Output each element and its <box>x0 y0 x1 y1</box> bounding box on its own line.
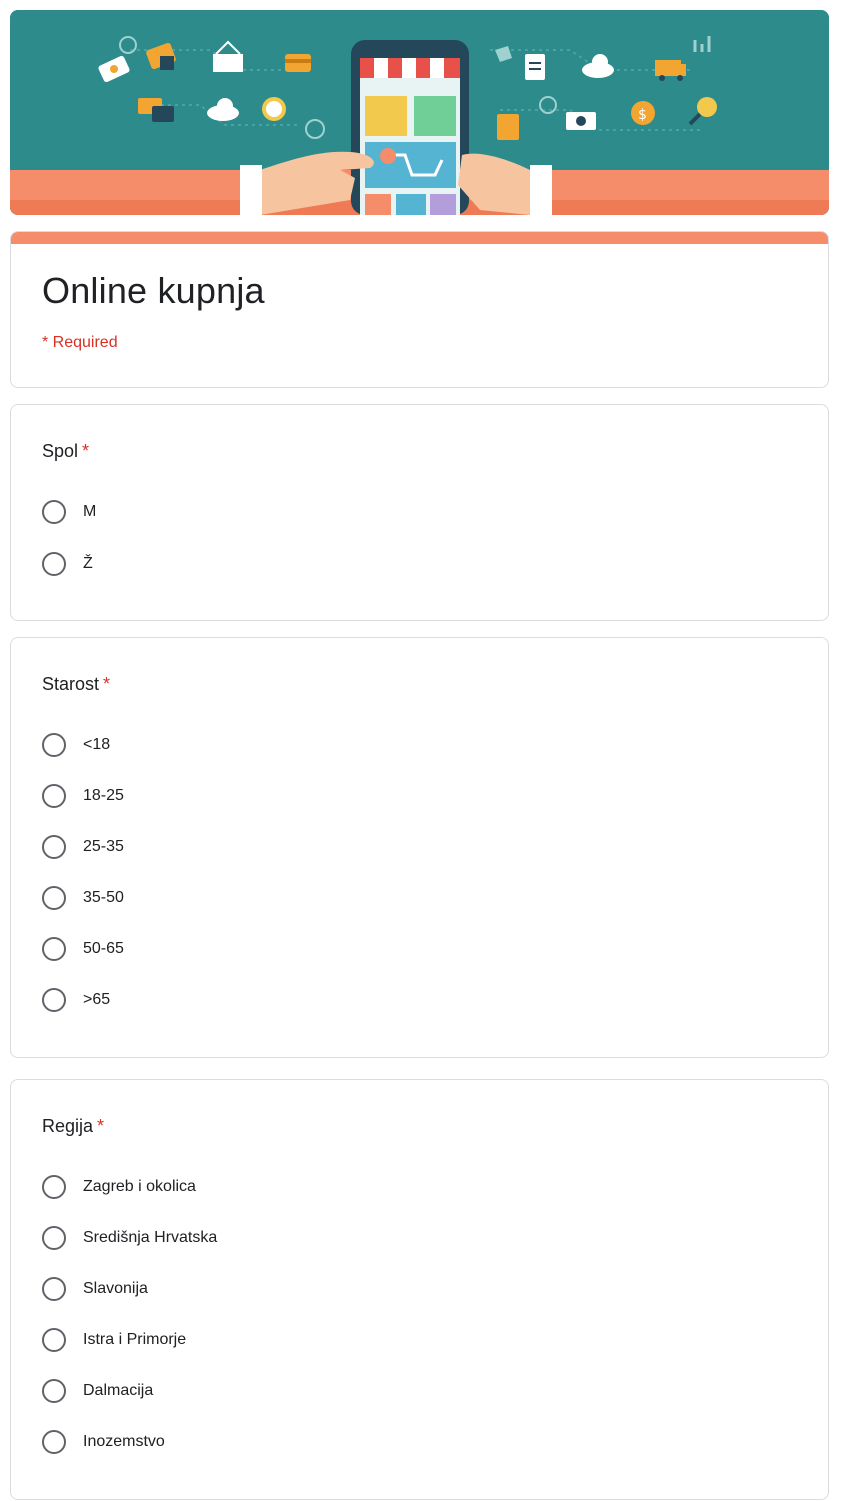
question-title: Regija * <box>42 1116 104 1137</box>
radio-option-label: Ž <box>83 555 93 572</box>
radio-option[interactable]: Zagreb i okolica <box>42 1172 196 1202</box>
bag-icon <box>497 114 519 140</box>
radio-option-label: M <box>83 503 97 520</box>
cash-icon <box>566 112 596 130</box>
radio-option[interactable]: Slavonija <box>42 1274 148 1304</box>
radio-button[interactable] <box>42 1226 66 1250</box>
radio-option[interactable]: M <box>42 497 96 527</box>
radio-option-label: Dalmacija <box>83 1382 154 1399</box>
radio-option-label: Istra i Primorje <box>83 1331 187 1348</box>
radio-button[interactable] <box>42 552 66 576</box>
radio-option[interactable]: 25-35 <box>42 832 124 862</box>
radio-button[interactable] <box>42 1175 66 1199</box>
question-title: Starost * <box>42 674 110 695</box>
radio-option-label: Zagreb i okolica <box>83 1178 196 1195</box>
form-header-card: Online kupnja * Required <box>10 231 829 388</box>
accent-bar <box>11 232 828 244</box>
required-asterisk: * <box>97 1116 105 1136</box>
radio-option-label: Središnja Hrvatska <box>83 1229 218 1246</box>
clock-icon <box>262 97 286 121</box>
radio-option-label: 50-65 <box>83 940 124 957</box>
radio-option[interactable]: Središnja Hrvatska <box>42 1223 217 1253</box>
question-card-starost: Starost * <18 18-25 25-35 35-50 50-65 >65 <box>10 637 829 1058</box>
form-title: Online kupnja <box>42 270 265 311</box>
radio-option-label: Slavonija <box>83 1280 148 1297</box>
question-title-text: Spol <box>42 441 79 461</box>
card-icon <box>285 54 311 72</box>
radio-button[interactable] <box>42 835 66 859</box>
radio-button[interactable] <box>42 988 66 1012</box>
radio-option-label: 25-35 <box>83 838 124 855</box>
radio-option[interactable]: 35-50 <box>42 883 124 913</box>
radio-button[interactable] <box>42 937 66 961</box>
phone-icon <box>351 40 469 215</box>
radio-option-label: <18 <box>83 736 111 753</box>
radio-option[interactable]: Ž <box>42 549 93 579</box>
question-card-regija: Regija * Zagreb i okolica Središnja Hrvat… <box>10 1079 829 1500</box>
required-asterisk: * <box>82 441 90 461</box>
radio-option[interactable]: >65 <box>42 985 110 1015</box>
radio-option-label: Inozemstvo <box>83 1433 165 1450</box>
shopping-illustration: $ <box>10 10 829 215</box>
question-title: Spol * <box>42 441 89 462</box>
dollar-coin-icon: $ <box>631 101 655 125</box>
radio-option[interactable]: Inozemstvo <box>42 1427 165 1457</box>
document-icon <box>525 54 545 80</box>
radio-button[interactable] <box>42 1430 66 1454</box>
radio-option[interactable]: Istra i Primorje <box>42 1325 186 1355</box>
radio-button[interactable] <box>42 1277 66 1301</box>
header-banner: $ <box>10 10 829 215</box>
radio-option-label: >65 <box>83 991 111 1008</box>
radio-button[interactable] <box>42 784 66 808</box>
radio-option[interactable]: <18 <box>42 730 110 760</box>
radio-option-label: 35-50 <box>83 889 124 906</box>
radio-button[interactable] <box>42 1379 66 1403</box>
question-title-text: Starost <box>42 674 100 694</box>
required-note: * Required <box>42 334 118 351</box>
radio-option[interactable]: 50-65 <box>42 934 124 964</box>
radio-button[interactable] <box>42 500 66 524</box>
radio-button[interactable] <box>42 886 66 910</box>
radio-button[interactable] <box>42 1328 66 1352</box>
svg-text:$: $ <box>638 107 647 123</box>
question-card-spol: Spol * M Ž <box>10 404 829 621</box>
required-asterisk: * <box>103 674 111 694</box>
question-title-text: Regija <box>42 1116 94 1136</box>
radio-option[interactable]: Dalmacija <box>42 1376 153 1406</box>
radio-option-label: 18-25 <box>83 787 124 804</box>
radio-button[interactable] <box>42 733 66 757</box>
radio-option[interactable]: 18-25 <box>42 781 124 811</box>
